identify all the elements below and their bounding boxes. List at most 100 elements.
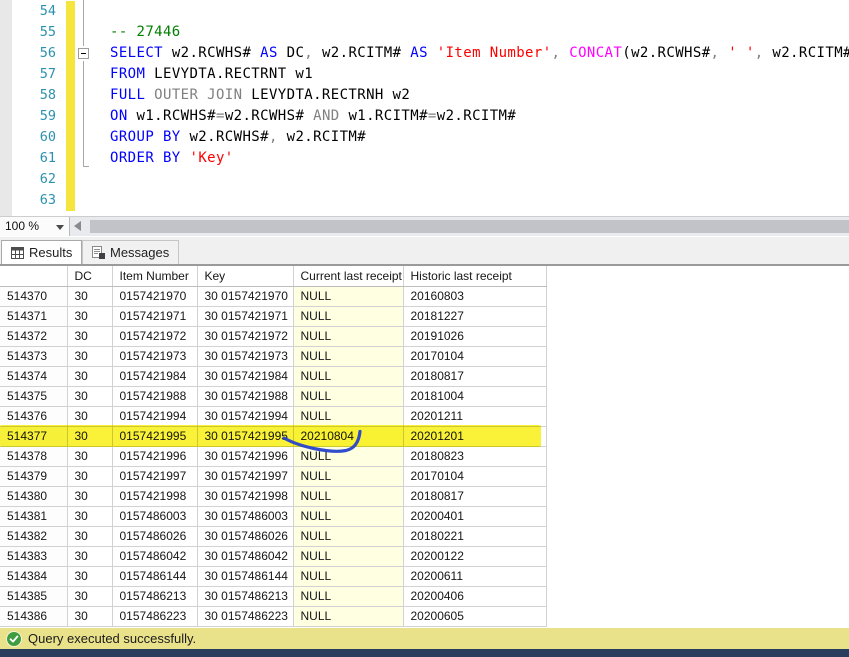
zoom-level-dropdown[interactable]: 100 % [0,217,70,236]
code-line[interactable]: 60 GROUP BY w2.RCWHS#, w2.RCITM# [0,127,849,148]
code-line[interactable]: 55 -- 27446 [0,22,849,43]
tab-results[interactable]: Results [1,240,83,264]
grid-cell[interactable]: 0157421997 [112,466,198,487]
grid-cell[interactable]: 20180221 [403,526,547,547]
grid-cell[interactable]: 30 [67,566,113,587]
row-header[interactable]: 514380 [0,486,68,507]
grid-cell[interactable]: 0157421973 [112,346,198,367]
column-header[interactable]: Current last receipt [293,266,404,287]
grid-cell[interactable]: 30 0157421972 [197,326,294,347]
grid-cell[interactable]: 0157486213 [112,586,198,607]
grid-cell[interactable]: 30 [67,486,113,507]
grid-cell[interactable]: 0157421988 [112,386,198,407]
grid-cell[interactable]: NULL [293,286,404,307]
sql-editor[interactable]: 54 55 -- 27446 56 SELECT w2.RCWHS# AS DC, w2… [0,0,849,216]
grid-cell[interactable]: NULL [293,606,404,627]
grid-cell[interactable]: 20201201 [403,426,547,447]
code-line[interactable]: 57 FROM LEVYDTA.RECTRNT w1 [0,64,849,85]
grid-cell[interactable]: NULL [293,366,404,387]
code-line[interactable]: 61 ORDER BY 'Key' [0,148,849,169]
grid-cell[interactable]: 20191026 [403,326,547,347]
code-line[interactable]: 58 FULL OUTER JOIN LEVYDTA.RECTRNH w2 [0,85,849,106]
grid-cell[interactable]: 30 0157421994 [197,406,294,427]
grid-cell[interactable]: 30 [67,606,113,627]
grid-cell[interactable]: 20181227 [403,306,547,327]
row-header[interactable]: 514375 [0,386,68,407]
row-header[interactable]: 514381 [0,506,68,527]
grid-cell[interactable]: 0157421995 [112,426,198,447]
grid-cell[interactable]: 30 0157421973 [197,346,294,367]
grid-cell[interactable]: NULL [293,486,404,507]
grid-cell[interactable]: 20210804 [293,426,404,447]
grid-cell[interactable]: 20181004 [403,386,547,407]
grid-cell[interactable]: 30 0157486026 [197,526,294,547]
code-line[interactable]: 54 [0,1,849,22]
grid-cell[interactable]: 30 0157421984 [197,366,294,387]
grid-cell[interactable]: NULL [293,306,404,327]
code-line[interactable]: 62 [0,169,849,190]
row-header[interactable]: 514376 [0,406,68,427]
grid-cell[interactable]: 20170104 [403,346,547,367]
grid-cell[interactable]: 30 0157486042 [197,546,294,567]
grid-cell[interactable]: 30 0157486213 [197,586,294,607]
grid-cell[interactable]: NULL [293,406,404,427]
grid-cell[interactable]: 30 0157421998 [197,486,294,507]
grid-cell[interactable]: 30 [67,586,113,607]
grid-cell[interactable]: 20201211 [403,406,547,427]
row-header[interactable]: 514378 [0,446,68,467]
column-header[interactable]: DC [67,266,113,287]
grid-cell[interactable]: 20200406 [403,586,547,607]
code-line[interactable]: 56 SELECT w2.RCWHS# AS DC, w2.RCITM# AS '… [0,43,849,64]
grid-cell[interactable]: 0157486003 [112,506,198,527]
column-header[interactable]: Key [197,266,294,287]
tab-messages[interactable]: Messages [82,240,180,264]
grid-cell[interactable]: NULL [293,526,404,547]
row-header[interactable]: 514377 [0,426,68,447]
column-header[interactable] [0,266,68,287]
grid-cell[interactable]: 0157486026 [112,526,198,547]
grid-cell[interactable]: 30 0157421970 [197,286,294,307]
grid-cell[interactable]: 0157486042 [112,546,198,567]
hscrollbar-thumb[interactable] [90,220,849,233]
grid-cell[interactable]: 30 [67,506,113,527]
grid-cell[interactable]: NULL [293,546,404,567]
row-header[interactable]: 514379 [0,466,68,487]
row-header[interactable]: 514372 [0,326,68,347]
column-header[interactable]: Historic last receipt [403,266,547,287]
grid-cell[interactable]: 30 [67,366,113,387]
scroll-left-arrow-icon[interactable] [74,221,81,231]
row-header[interactable]: 514386 [0,606,68,627]
column-header[interactable]: Item Number [112,266,198,287]
grid-cell[interactable]: 30 [67,406,113,427]
grid-cell[interactable]: 20180817 [403,486,547,507]
row-header[interactable]: 514383 [0,546,68,567]
grid-cell[interactable]: 0157421971 [112,306,198,327]
row-header[interactable]: 514385 [0,586,68,607]
grid-cell[interactable]: 20170104 [403,466,547,487]
grid-cell[interactable]: 30 [67,466,113,487]
grid-cell[interactable]: 30 0157421995 [197,426,294,447]
grid-cell[interactable]: 30 [67,286,113,307]
grid-cell[interactable]: 20200401 [403,506,547,527]
grid-cell[interactable]: NULL [293,386,404,407]
row-header[interactable]: 514371 [0,306,68,327]
grid-cell[interactable]: 30 0157486144 [197,566,294,587]
grid-cell[interactable]: 30 0157421988 [197,386,294,407]
grid-cell[interactable]: 30 0157486223 [197,606,294,627]
grid-cell[interactable]: 20200611 [403,566,547,587]
grid-cell[interactable]: 0157421996 [112,446,198,467]
grid-cell[interactable]: 0157421972 [112,326,198,347]
row-header[interactable]: 514370 [0,286,68,307]
grid-cell[interactable]: NULL [293,566,404,587]
grid-cell[interactable]: 0157486144 [112,566,198,587]
grid-cell[interactable]: 30 [67,426,113,447]
row-header[interactable]: 514384 [0,566,68,587]
grid-cell[interactable]: NULL [293,586,404,607]
grid-cell[interactable]: 30 [67,386,113,407]
grid-cell[interactable]: NULL [293,326,404,347]
grid-cell[interactable]: 30 [67,326,113,347]
grid-cell[interactable]: 30 0157421996 [197,446,294,467]
row-header[interactable]: 514373 [0,346,68,367]
grid-cell[interactable]: 30 [67,526,113,547]
grid-cell[interactable]: 30 [67,306,113,327]
